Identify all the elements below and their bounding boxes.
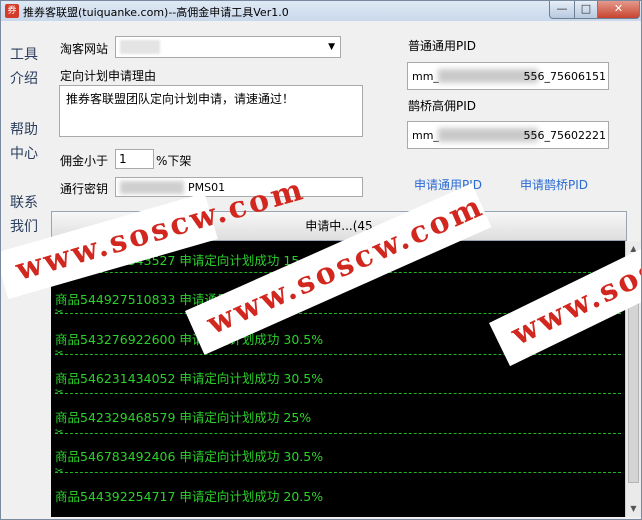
reason-label: 定向计划申请理由 — [60, 69, 157, 83]
log-separator — [55, 354, 621, 356]
sidebar-item-tool-intro[interactable]: 工具 介绍 — [1, 43, 47, 91]
sidebar-item-contact-us[interactable]: 联系 我们 — [1, 191, 47, 239]
sidebar: 工具 介绍 帮助 中心 联系 我们 — [1, 23, 47, 243]
app-icon: 券 — [5, 4, 19, 18]
sidebar-item-label: 中心 — [10, 146, 38, 162]
minimize-button[interactable]: — — [549, 1, 575, 19]
app-window: 券 推券客联盟(tuiquanke.com)--高佣金申请工具Ver1.0 — … — [0, 0, 642, 520]
close-button[interactable]: ✕ — [597, 1, 640, 19]
commission-input[interactable]: 1 — [115, 149, 154, 169]
chevron-down-icon: ▼ — [328, 42, 335, 52]
sidebar-item-label: 帮助 — [10, 122, 38, 138]
reason-textarea[interactable]: 推券客联盟团队定向计划申请，请速通过！ — [59, 85, 363, 137]
log-entry: 商品544392254717 申请定向计划成功 20.5% — [55, 489, 324, 504]
pid-prefix: mm_ — [412, 70, 439, 83]
taoke-site-label: 淘客网站 — [60, 42, 109, 56]
log-entry: 商品543276922600 申请定向计划成功 30.5% — [55, 332, 324, 347]
normal-pid-label: 普通通用PID — [408, 39, 477, 53]
sidebar-item-help-center[interactable]: 帮助 中心 — [1, 118, 47, 166]
taoke-site-select[interactable]: ▼ — [115, 36, 341, 58]
pid-prefix: mm_ — [412, 129, 439, 142]
title-bar[interactable]: 券 推券客联盟(tuiquanke.com)--高佣金申请工具Ver1.0 — … — [1, 1, 641, 21]
log-separator — [55, 472, 621, 474]
redacted-key — [120, 181, 184, 194]
queqiao-pid-label: 鹊桥高佣PID — [408, 99, 477, 113]
sidebar-item-label: 我们 — [10, 219, 38, 235]
apply-queqiao-pid-link[interactable]: 申请鹊桥PID — [520, 176, 588, 193]
commission-suffix-label: %下架 — [156, 154, 192, 168]
pid-suffix: 556_75602221 — [523, 129, 606, 142]
access-key-label: 通行密钥 — [60, 182, 109, 196]
commission-prefix-label: 佣金小于 — [60, 154, 109, 168]
pid-suffix: 556_75606151 — [523, 70, 606, 83]
log-separator — [55, 433, 621, 435]
window-title: 推券客联盟(tuiquanke.com)--高佣金申请工具Ver1.0 — [23, 6, 289, 19]
normal-pid-input[interactable]: mm_ 556_75606151 — [407, 62, 609, 90]
sidebar-item-label: 介绍 — [10, 71, 38, 87]
log-entry: 商品546231434052 申请定向计划成功 30.5% — [55, 371, 324, 386]
log-entry: 商品546783492406 申请定向计划成功 30.5% — [55, 449, 324, 464]
log-entry: 商品542329468579 申请定向计划成功 25% — [55, 410, 312, 425]
scroll-down-icon[interactable]: ▼ — [626, 501, 641, 517]
sidebar-item-label: 联系 — [10, 195, 38, 211]
maximize-button[interactable]: □ — [574, 1, 598, 19]
sidebar-item-label: 工具 — [10, 47, 38, 63]
queqiao-pid-input[interactable]: mm_ 556_75602221 — [407, 121, 609, 149]
selected-site-value — [120, 40, 160, 54]
log-separator — [55, 393, 621, 395]
